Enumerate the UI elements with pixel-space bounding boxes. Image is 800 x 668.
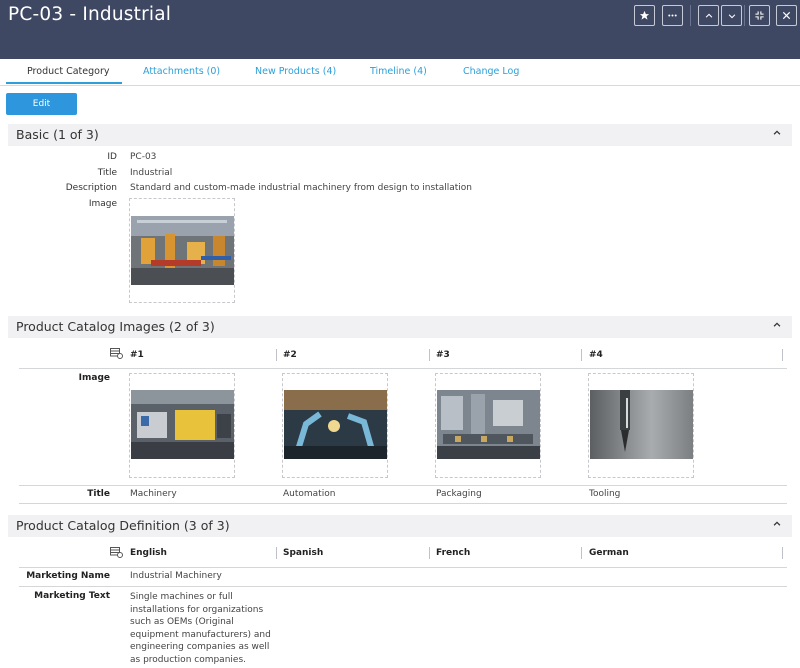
page-title: PC-03 - Industrial [8, 4, 172, 25]
text-line: as production companies. [130, 654, 246, 665]
tab-new-products[interactable]: New Products (4) [255, 66, 336, 77]
favorite-button[interactable] [634, 5, 655, 26]
marketing-name-english: Industrial Machinery [130, 571, 222, 581]
column-header-french: French [436, 548, 471, 558]
catalog-image-frame-1[interactable] [129, 373, 235, 478]
row-label-image: Image [78, 373, 110, 383]
section-title: Basic (1 of 3) [16, 127, 99, 142]
column-divider [429, 349, 430, 361]
row-label-marketing-text: Marketing Text [34, 591, 110, 601]
page-header: PC-03 - Industrial [0, 0, 800, 59]
table-divider [19, 586, 787, 587]
section-title: Product Catalog Definition (3 of 3) [16, 518, 230, 533]
collapse-button[interactable] [749, 5, 770, 26]
field-label-image: Image [88, 199, 117, 209]
column-header-1: #1 [130, 350, 144, 360]
tab-change-log[interactable]: Change Log [463, 66, 519, 77]
packaging-image [437, 390, 540, 459]
basic-image-frame[interactable] [129, 198, 235, 303]
field-value-description: Standard and custom-made industrial mach… [130, 183, 472, 193]
chevron-up-icon[interactable] [772, 320, 782, 330]
catalog-title-3: Packaging [436, 489, 482, 499]
automation-image [284, 390, 387, 459]
text-line: installations for organizations [130, 604, 264, 615]
section-definition-header[interactable]: Product Catalog Definition (3 of 3) [8, 515, 792, 537]
table-divider [19, 567, 787, 568]
catalog-title-1: Machinery [130, 489, 177, 499]
previous-record-button[interactable] [698, 5, 719, 26]
table-settings-icon[interactable] [110, 547, 123, 558]
column-header-4: #4 [589, 350, 603, 360]
column-header-2: #2 [283, 350, 297, 360]
tab-timeline[interactable]: Timeline (4) [370, 66, 427, 77]
table-divider [19, 485, 787, 486]
close-button[interactable] [776, 5, 797, 26]
catalog-title-2: Automation [283, 489, 336, 499]
star-icon [639, 10, 650, 20]
catalog-image-frame-2[interactable] [282, 373, 388, 478]
text-line: Single machines or full [130, 592, 233, 602]
industrial-factory-image [131, 216, 234, 285]
tab-attachments[interactable]: Attachments (0) [143, 66, 220, 77]
column-divider [581, 547, 582, 559]
field-label-id: ID [107, 152, 117, 162]
row-label-marketing-name: Marketing Name [26, 571, 110, 581]
active-tab-indicator [6, 82, 122, 84]
table-divider [19, 503, 787, 504]
close-icon [782, 11, 791, 20]
chevron-up-icon[interactable] [772, 519, 782, 529]
header-divider [690, 5, 691, 26]
machinery-image [131, 390, 234, 459]
column-divider [276, 547, 277, 559]
chevron-down-icon [728, 13, 735, 18]
table-settings-icon[interactable] [110, 348, 123, 359]
edit-button[interactable]: Edit [6, 93, 77, 115]
row-label-title: Title [87, 489, 110, 499]
column-divider [782, 547, 783, 559]
tooling-image [590, 390, 693, 459]
column-header-3: #3 [436, 350, 450, 360]
chevron-up-icon[interactable] [772, 128, 782, 138]
next-record-button[interactable] [721, 5, 742, 26]
field-value-id: PC-03 [130, 152, 157, 162]
column-header-spanish: Spanish [283, 548, 324, 558]
chevron-up-icon [705, 13, 712, 18]
field-value-title: Industrial [130, 168, 173, 178]
column-header-german: German [589, 548, 629, 558]
table-divider [19, 368, 787, 369]
tab-product-category[interactable]: Product Category [27, 66, 110, 77]
text-line: engineering companies as well [130, 642, 270, 652]
section-title: Product Catalog Images (2 of 3) [16, 319, 215, 334]
section-images-header[interactable]: Product Catalog Images (2 of 3) [8, 316, 792, 338]
more-actions-button[interactable] [662, 5, 683, 26]
catalog-image-frame-3[interactable] [435, 373, 541, 478]
marketing-text-english: Single machines or full installations fo… [130, 591, 275, 666]
collapse-icon [755, 11, 764, 20]
header-divider [744, 5, 745, 26]
catalog-image-frame-4[interactable] [588, 373, 694, 478]
field-label-description: Description [65, 183, 117, 193]
column-divider [782, 349, 783, 361]
field-label-title: Title [97, 168, 117, 178]
text-line: such as OEMs (Original [130, 617, 234, 627]
section-basic-header[interactable]: Basic (1 of 3) [8, 124, 792, 146]
column-divider [276, 349, 277, 361]
column-divider [429, 547, 430, 559]
column-divider [581, 349, 582, 361]
column-header-english: English [130, 548, 167, 558]
catalog-title-4: Tooling [589, 489, 621, 499]
text-line: equipment manufacturers) and [130, 629, 271, 640]
more-icon [668, 14, 677, 17]
